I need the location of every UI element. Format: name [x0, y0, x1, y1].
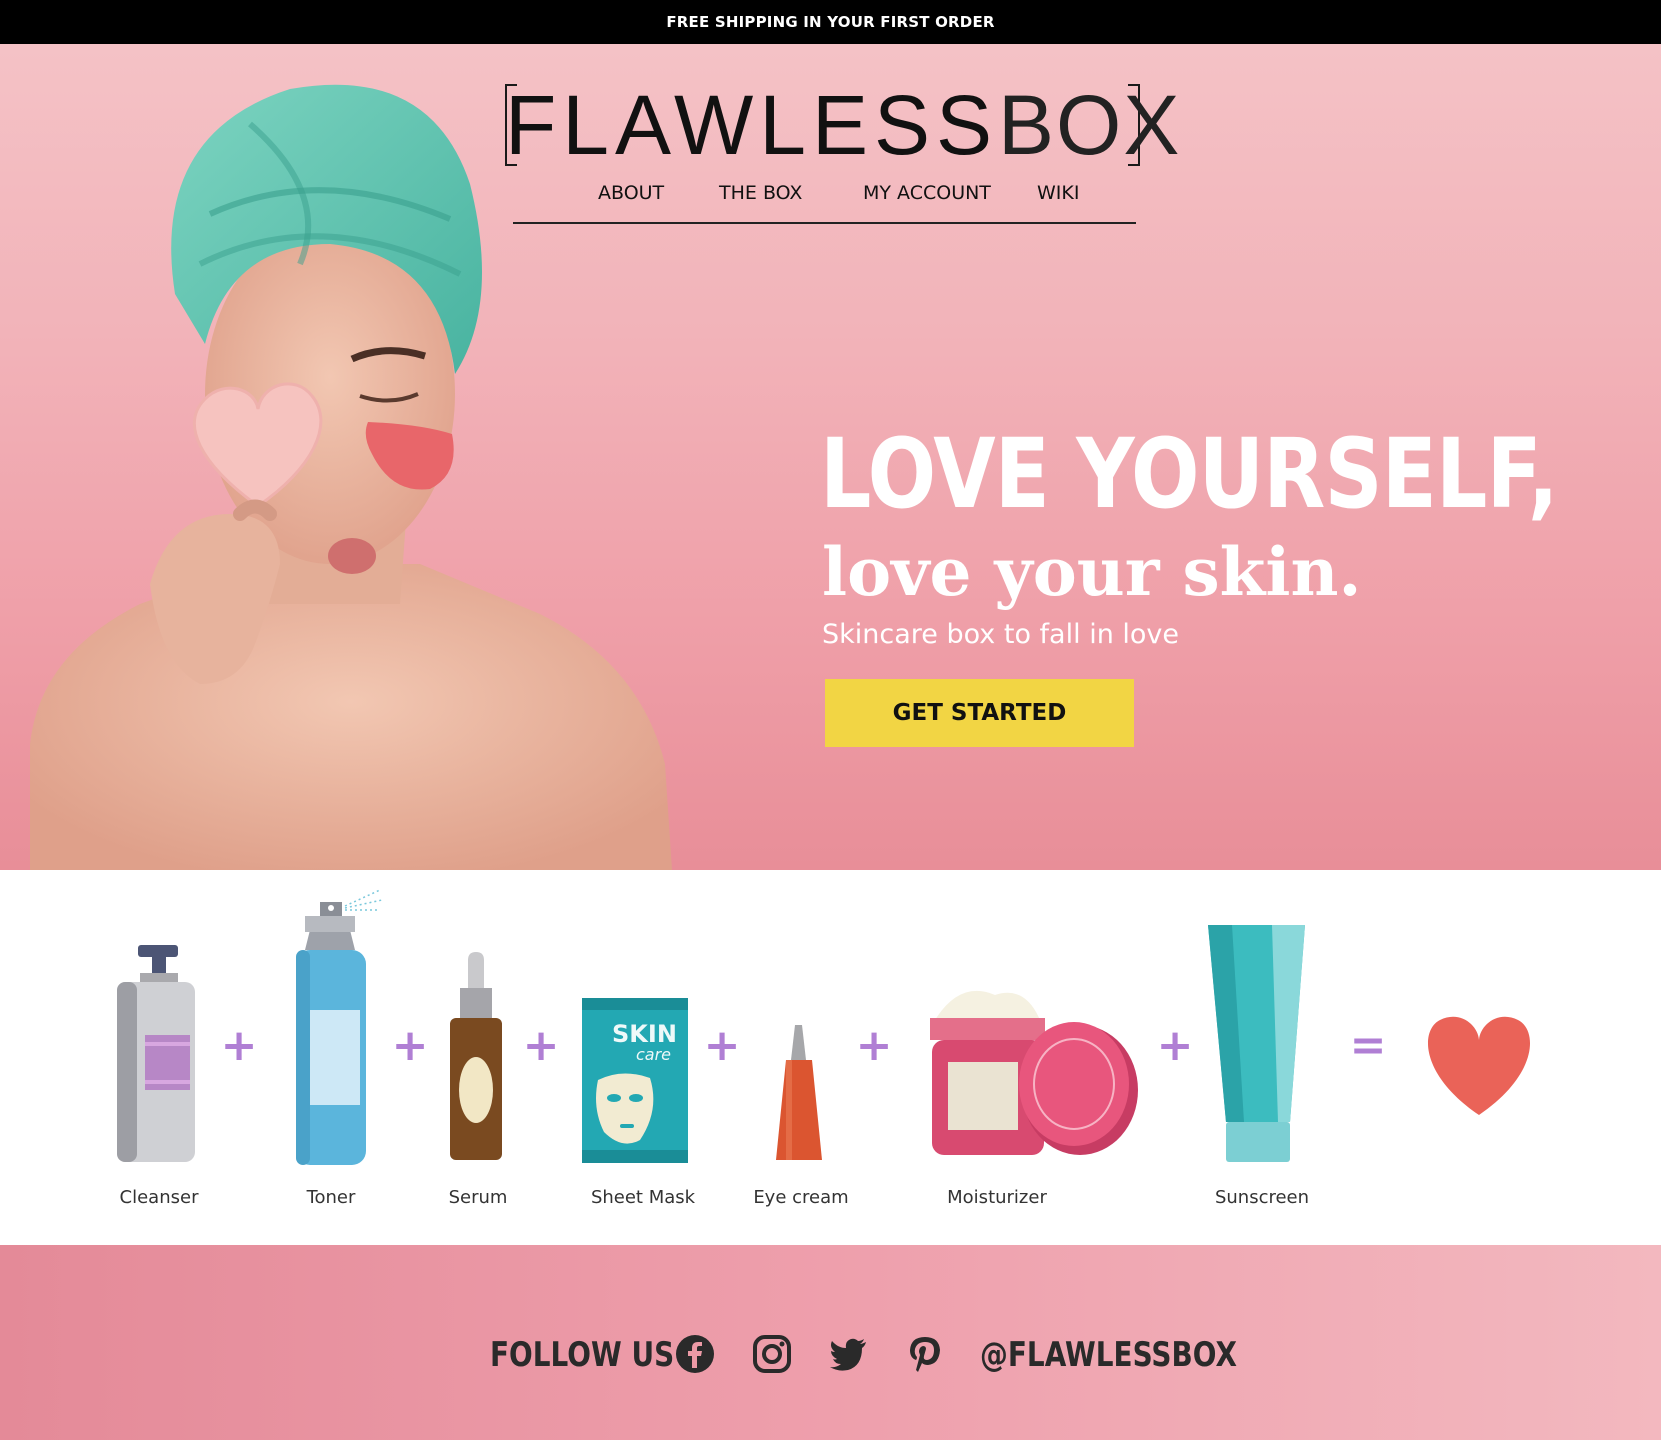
step-label-sheet-mask: Sheet Mask: [590, 1187, 696, 1208]
pinterest-icon[interactable]: [905, 1334, 945, 1374]
step-label-eye-cream: Eye cream: [753, 1187, 849, 1208]
announcement-bar: FREE SHIPPING IN YOUR FIRST ORDER: [0, 0, 1661, 44]
plus-operator: +: [703, 1020, 741, 1071]
logo-text-primary: FLAWLESS: [505, 78, 999, 172]
sheet-mask-pack-subtext: care: [636, 1045, 671, 1064]
footer: FOLLOW US @FLAWLESSBOX: [0, 1245, 1661, 1440]
main-nav: ABOUT THE BOX MY ACCOUNT WIKI: [513, 182, 1136, 224]
tube-icon: [776, 1025, 822, 1160]
announcement-text: FREE SHIPPING IN YOUR FIRST ORDER: [666, 13, 995, 31]
dropper-bottle-icon: [450, 952, 502, 1160]
nav-wiki[interactable]: WIKI: [1037, 182, 1079, 204]
step-label-cleanser: Cleanser: [119, 1187, 199, 1208]
plus-operator: +: [391, 1020, 429, 1071]
follow-us-label: FOLLOW US: [490, 1335, 675, 1375]
plus-operator: +: [1156, 1020, 1194, 1071]
hero-headline: LOVE YOURSELF,: [820, 418, 1559, 530]
get-started-button[interactable]: GET STARTED: [825, 679, 1134, 747]
nav-about[interactable]: ABOUT: [598, 182, 664, 204]
sheet-mask-icon: SKIN care: [582, 998, 688, 1163]
step-label-serum: Serum: [448, 1187, 508, 1208]
hero-subheadline: love your skin.: [822, 533, 1362, 611]
squeeze-tube-icon: [1208, 925, 1305, 1162]
plus-operator: +: [220, 1020, 258, 1071]
twitter-icon[interactable]: [828, 1334, 868, 1374]
instagram-icon[interactable]: [752, 1334, 792, 1374]
step-label-toner: Toner: [306, 1187, 356, 1208]
step-label-moisturizer: Moisturizer: [947, 1187, 1047, 1208]
plus-operator: +: [855, 1020, 893, 1071]
spray-bottle-icon: [296, 889, 383, 1165]
facebook-icon[interactable]: [675, 1334, 715, 1374]
cream-jar-icon: [930, 990, 1138, 1155]
social-handle[interactable]: @FLAWLESSBOX: [980, 1335, 1237, 1375]
equals-operator: =: [1349, 1020, 1387, 1071]
routine-steps: SKIN care + + + + + + = Cleanser Toner S…: [0, 870, 1661, 1245]
pump-bottle-icon: [117, 945, 195, 1162]
logo-text-secondary: BOX: [998, 78, 1182, 172]
heart-icon: [1427, 1016, 1531, 1115]
hero-tagline: Skincare box to fall in love: [822, 619, 1179, 650]
hero-section: FLAWLESSBOX ABOUT THE BOX MY ACCOUNT WIK…: [0, 44, 1661, 870]
nav-my-account[interactable]: MY ACCOUNT: [863, 182, 991, 204]
sheet-mask-pack-text: SKIN: [612, 1020, 677, 1048]
step-label-sunscreen: Sunscreen: [1214, 1187, 1310, 1208]
nav-the-box[interactable]: THE BOX: [719, 182, 802, 204]
plus-operator: +: [522, 1020, 560, 1071]
